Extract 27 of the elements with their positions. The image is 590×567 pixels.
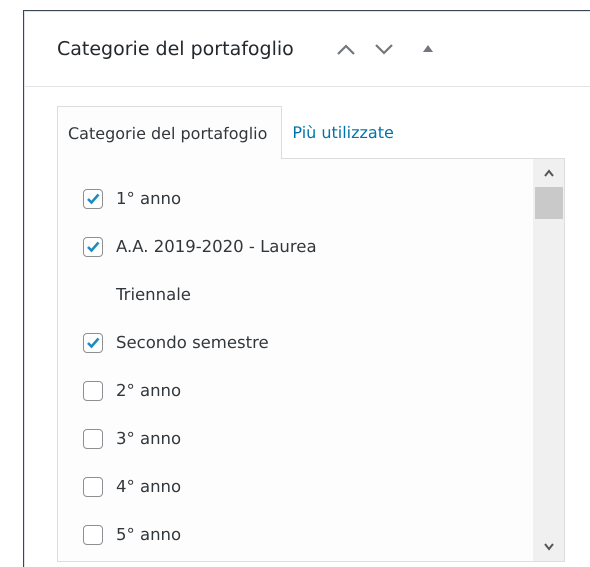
- category-label: A.A. 2019-2020 - Laurea Triennale: [116, 236, 318, 306]
- move-up-icon[interactable]: [334, 42, 357, 56]
- category-label: 5° anno: [116, 524, 182, 546]
- checkbox[interactable]: [83, 429, 103, 449]
- scrollbar[interactable]: [533, 159, 564, 561]
- tab[interactable]: Categorie del portafoglio: [57, 106, 282, 159]
- checkbox[interactable]: [83, 525, 103, 545]
- scroll-up-icon[interactable]: [542, 169, 554, 177]
- checkbox[interactable]: [83, 237, 103, 257]
- scrollbar-thumb[interactable]: [534, 187, 562, 219]
- checkbox[interactable]: [83, 189, 103, 209]
- scroll-down-icon[interactable]: [542, 543, 554, 551]
- panel-title: Categorie del portafoglio: [57, 38, 294, 60]
- category-label: Secondo semestre: [116, 332, 269, 354]
- checkmark-icon: [85, 191, 101, 207]
- checkmark-icon: [85, 335, 101, 351]
- checkbox[interactable]: [83, 381, 103, 401]
- category-label: 4° anno: [116, 476, 182, 498]
- checkbox[interactable]: [83, 333, 103, 353]
- checkmark-icon: [85, 239, 101, 255]
- collapse-icon[interactable]: [422, 44, 434, 53]
- category-label: 3° anno: [116, 428, 182, 450]
- category-label: 1° anno: [116, 188, 182, 210]
- move-down-icon[interactable]: [372, 42, 395, 56]
- tab[interactable]: Più utilizzate: [282, 106, 408, 158]
- category-label: 2° anno: [116, 380, 182, 402]
- checkbox[interactable]: [83, 477, 103, 497]
